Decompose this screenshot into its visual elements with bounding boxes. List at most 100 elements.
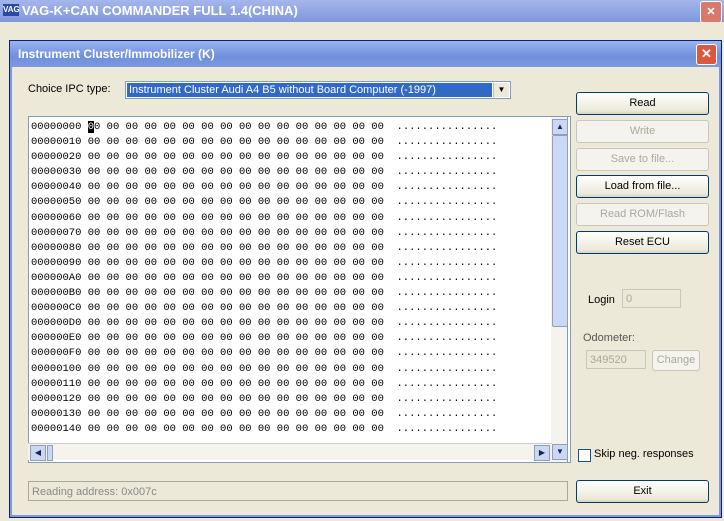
hex-bytes[interactable]: 00 00 00 00 00 00 00 00 00 00 00 00 00 0… — [88, 378, 384, 390]
ipc-type-selected: Instrument Cluster Audi A4 B5 without Bo… — [127, 83, 492, 97]
hex-ascii: ................ — [396, 422, 498, 435]
load-from-file-button[interactable]: Load from file... — [576, 175, 709, 198]
hex-row: 00000020 00 00 00 00 00 00 00 00 00 00 0… — [31, 150, 497, 165]
hex-cursor: 0 — [87, 121, 95, 133]
exit-button[interactable]: Exit — [576, 480, 709, 503]
hex-bytes[interactable]: 00 00 00 00 00 00 00 00 00 00 00 00 00 0… — [88, 136, 384, 148]
hex-rows: 00000000 00 00 00 00 00 00 00 00 00 00 0… — [31, 120, 497, 437]
hex-ascii: ................ — [396, 256, 498, 269]
hex-bytes[interactable]: 00 00 00 00 00 00 00 00 00 00 00 00 00 0… — [88, 151, 384, 163]
scroll-right-icon[interactable]: ▶ — [534, 445, 550, 461]
hex-bytes[interactable]: 00 00 00 00 00 00 00 00 00 00 00 00 00 0… — [88, 393, 384, 405]
hex-address: 00000080 — [31, 241, 82, 254]
hex-ascii: ................ — [396, 196, 498, 209]
ipc-type-select[interactable]: Instrument Cluster Audi A4 B5 without Bo… — [125, 81, 511, 99]
hex-address: 00000030 — [31, 166, 82, 179]
app-title-bar: VAG VAG-K+CAN COMMANDER FULL 1.4(CHINA) … — [0, 0, 724, 23]
hex-row: 00000100 00 00 00 00 00 00 00 00 00 00 0… — [31, 362, 497, 377]
hex-bytes[interactable]: 00 00 00 00 00 00 00 00 00 00 00 00 00 0… — [88, 227, 384, 239]
hex-row: 00000060 00 00 00 00 00 00 00 00 00 00 0… — [31, 211, 497, 226]
hex-bytes[interactable]: 00 00 00 00 00 00 00 00 00 00 00 00 00 0… — [88, 347, 384, 359]
hex-address: 000000D0 — [31, 317, 82, 330]
hex-ascii: ................ — [396, 302, 498, 315]
login-field[interactable]: 0 — [622, 289, 681, 308]
skip-neg-responses-label: Skip neg. responses — [594, 448, 694, 460]
hex-bytes[interactable]: 00 00 00 00 00 00 00 00 00 00 00 00 00 0… — [88, 408, 384, 420]
hex-ascii: ................ — [396, 332, 498, 345]
hex-row: 000000C0 00 00 00 00 00 00 00 00 00 00 0… — [31, 301, 497, 316]
close-icon: ✕ — [706, 6, 716, 18]
hex-bytes[interactable]: 00 00 00 00 00 00 00 00 00 00 00 00 00 0… — [88, 166, 384, 178]
hex-row: 000000D0 00 00 00 00 00 00 00 00 00 00 0… — [31, 316, 497, 331]
hex-ascii: ................ — [396, 241, 498, 254]
hex-bytes[interactable]: 00 00 00 00 00 00 00 00 00 00 00 00 00 0… — [88, 317, 384, 329]
hex-row: 00000030 00 00 00 00 00 00 00 00 00 00 0… — [31, 165, 497, 180]
hex-bytes[interactable]: 00 00 00 00 00 00 00 00 00 00 00 00 00 0… — [87, 121, 384, 133]
read-rom-flash-button[interactable]: Read ROM/Flash — [576, 203, 709, 226]
hex-row: 000000F0 00 00 00 00 00 00 00 00 00 00 0… — [31, 346, 497, 361]
hex-ascii: ................ — [396, 211, 498, 224]
hex-ascii: ................ — [396, 181, 498, 194]
dialog-title-bar[interactable]: Instrument Cluster/Immobilizer (K) ✕ — [10, 41, 721, 67]
hex-bytes[interactable]: 00 00 00 00 00 00 00 00 00 00 00 00 00 0… — [88, 287, 384, 299]
hex-row: 00000050 00 00 00 00 00 00 00 00 00 00 0… — [31, 195, 497, 210]
hex-bytes[interactable]: 00 00 00 00 00 00 00 00 00 00 00 00 00 0… — [88, 302, 384, 314]
app-close-button[interactable]: ✕ — [700, 1, 722, 23]
hex-bytes[interactable]: 00 00 00 00 00 00 00 00 00 00 00 00 00 0… — [88, 257, 384, 269]
hex-bytes[interactable]: 00 00 00 00 00 00 00 00 00 00 00 00 00 0… — [88, 272, 384, 284]
hex-ascii: ................ — [396, 317, 498, 330]
hex-bytes[interactable]: 00 00 00 00 00 00 00 00 00 00 00 00 00 0… — [88, 363, 384, 375]
hex-row: 00000130 00 00 00 00 00 00 00 00 00 00 0… — [31, 407, 497, 422]
dialog-close-button[interactable]: ✕ — [696, 44, 717, 65]
hex-row: 000000E0 00 00 00 00 00 00 00 00 00 00 0… — [31, 331, 497, 346]
hex-bytes[interactable]: 00 00 00 00 00 00 00 00 00 00 00 00 00 0… — [88, 423, 384, 435]
odometer-label: Odometer: — [583, 332, 635, 344]
hex-address: 00000110 — [31, 377, 82, 390]
hex-bytes[interactable]: 00 00 00 00 00 00 00 00 00 00 00 00 00 0… — [88, 212, 384, 224]
hex-address: 00000000 — [31, 121, 82, 133]
hex-row: 00000090 00 00 00 00 00 00 00 00 00 00 0… — [31, 256, 497, 271]
hex-address: 00000070 — [31, 226, 82, 239]
hex-bytes[interactable]: 00 00 00 00 00 00 00 00 00 00 00 00 00 0… — [88, 181, 384, 193]
scroll-down-icon[interactable]: ▼ — [552, 444, 568, 460]
hex-address: 000000C0 — [31, 302, 82, 315]
hex-ascii: ................ — [396, 377, 498, 390]
hex-ascii: ................ — [396, 362, 498, 375]
hex-address: 000000E0 — [31, 332, 82, 345]
hex-row: 00000080 00 00 00 00 00 00 00 00 00 00 0… — [31, 241, 497, 256]
change-odometer-button[interactable]: Change — [652, 350, 700, 371]
app-logo-icon: VAG — [3, 4, 20, 16]
hex-address: 00000020 — [31, 151, 82, 164]
read-button[interactable]: Read — [576, 92, 709, 115]
hex-bytes[interactable]: 00 00 00 00 00 00 00 00 00 00 00 00 00 0… — [88, 196, 384, 208]
hex-address: 00000040 — [31, 181, 82, 194]
odometer-field[interactable]: 349520 — [586, 350, 646, 369]
write-button[interactable]: Write — [576, 120, 709, 143]
scroll-thumb[interactable] — [552, 135, 568, 327]
ipc-type-label: Choice IPC type: — [28, 83, 111, 95]
hex-view[interactable]: 00000000 00 00 00 00 00 00 00 00 00 00 0… — [28, 116, 571, 463]
hex-address: 00000130 — [31, 407, 82, 420]
scroll-up-icon[interactable]: ▲ — [552, 119, 568, 135]
chevron-down-icon[interactable]: ▼ — [493, 83, 509, 97]
hex-row: 00000040 00 00 00 00 00 00 00 00 00 00 0… — [31, 180, 497, 195]
hex-address: 00000120 — [31, 392, 82, 405]
scroll-thumb-horizontal[interactable] — [47, 445, 53, 461]
scroll-left-icon[interactable]: ◀ — [30, 445, 46, 461]
hex-bytes[interactable]: 00 00 00 00 00 00 00 00 00 00 00 00 00 0… — [88, 242, 384, 254]
hex-vertical-scrollbar[interactable]: ▲ ▼ — [551, 116, 568, 463]
dialog-title: Instrument Cluster/Immobilizer (K) — [18, 47, 215, 61]
hex-row: 00000110 00 00 00 00 00 00 00 00 00 00 0… — [31, 377, 497, 392]
reset-ecu-button[interactable]: Reset ECU — [576, 231, 709, 254]
hex-address: 00000090 — [31, 256, 82, 269]
skip-neg-responses-checkbox[interactable] — [578, 449, 591, 462]
hex-row: 00000000 00 00 00 00 00 00 00 00 00 00 0… — [31, 120, 497, 135]
hex-address: 000000A0 — [31, 271, 82, 284]
hex-row: 000000A0 00 00 00 00 00 00 00 00 00 00 0… — [31, 271, 497, 286]
hex-address: 000000F0 — [31, 347, 82, 360]
hex-bytes[interactable]: 00 00 00 00 00 00 00 00 00 00 00 00 00 0… — [88, 332, 384, 344]
save-to-file-button[interactable]: Save to file... — [576, 148, 709, 171]
hex-address: 00000010 — [31, 136, 82, 149]
hex-row: 00000070 00 00 00 00 00 00 00 00 00 00 0… — [31, 226, 497, 241]
hex-horizontal-scrollbar[interactable]: ◀ ▶ — [28, 443, 552, 461]
